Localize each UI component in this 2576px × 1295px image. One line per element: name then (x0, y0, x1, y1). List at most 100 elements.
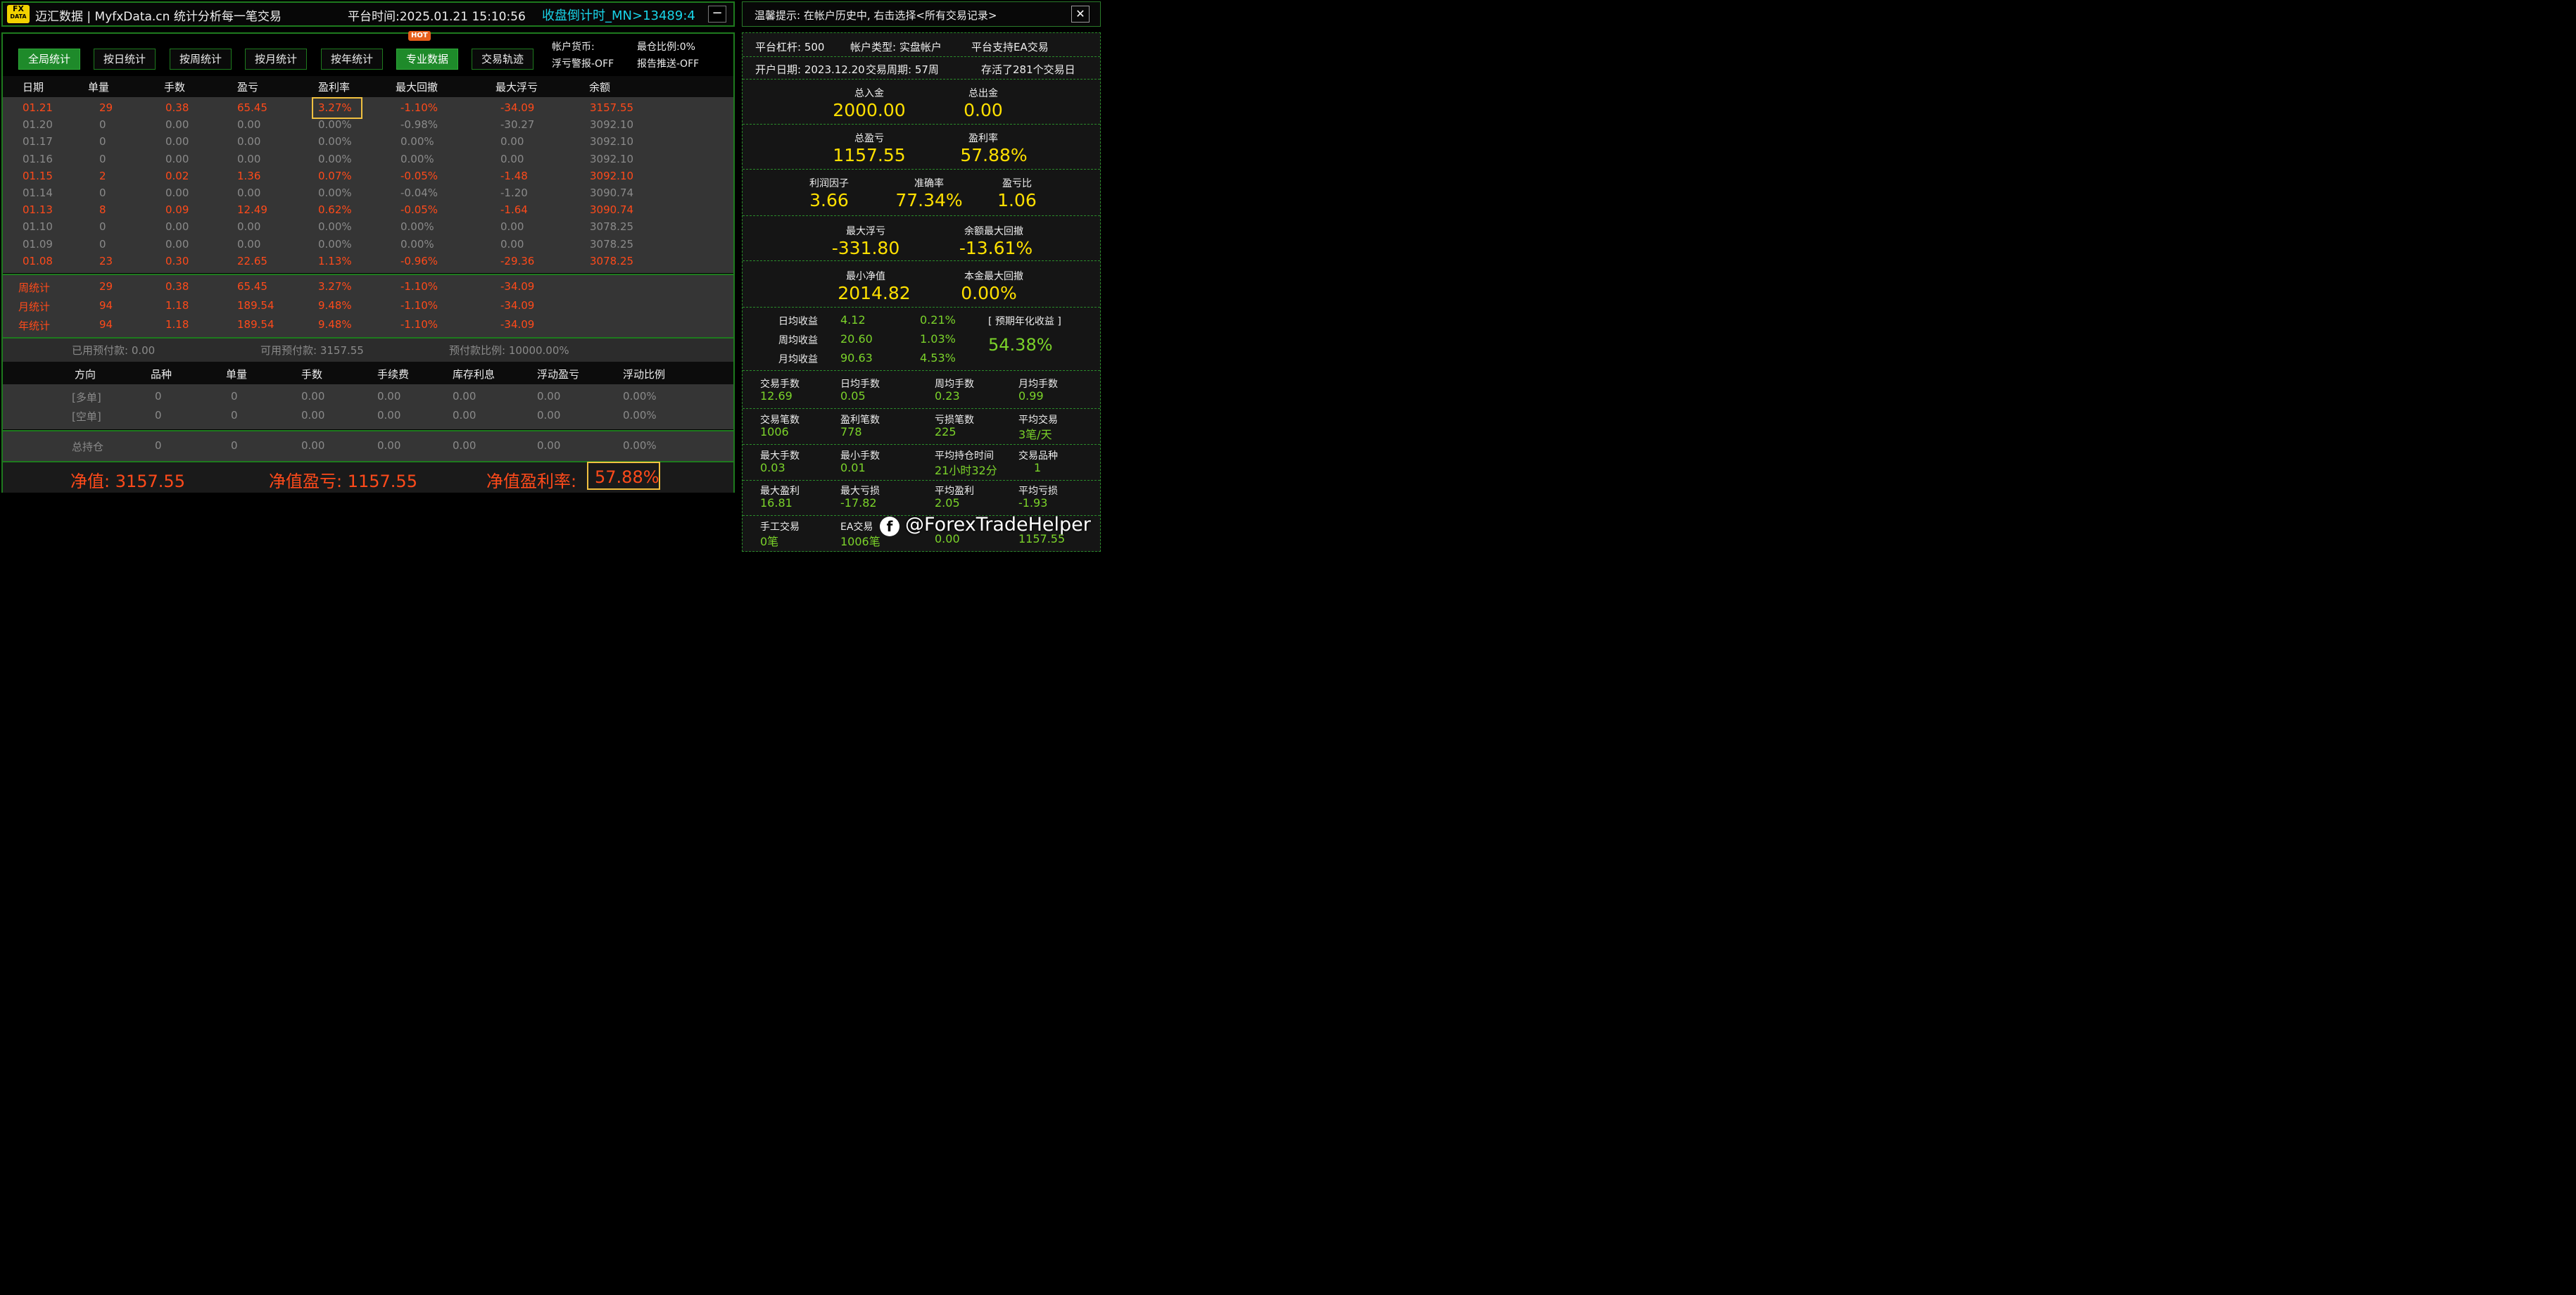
summary-cell-orders: 94 (99, 318, 113, 331)
tab-pro-data[interactable]: 专业数据 (396, 49, 458, 70)
daily-cell-float_loss: 0.00 (500, 152, 524, 165)
balance-drawdown-label: 余额最大回撤 (964, 226, 1023, 237)
daily-cell-drawdown: 0.00% (400, 237, 434, 251)
header-orders: 单量 (88, 81, 110, 94)
daily-cell-balance: 3157.55 (590, 101, 634, 114)
max-float-loss-label: 最大浮亏 (846, 226, 885, 237)
margin-level: 预付款比例: 10000.00% (449, 344, 569, 357)
tab-yearly-stats[interactable]: 按年统计 (321, 49, 383, 70)
divider (743, 124, 1100, 125)
stat-label: 月均手数 (1018, 379, 1058, 390)
stat-label: 最小手数 (840, 450, 880, 462)
daily-cell-date: 01.13 (23, 203, 53, 217)
daily-cell-drawdown: 0.00% (400, 135, 434, 149)
free-margin: 可用预付款: 3157.55 (260, 344, 364, 357)
daily-cell-rate: 0.00% (318, 152, 352, 165)
position-cell-float_pnl: 0.00 (537, 390, 561, 403)
daily-cell-float_loss: 0.00 (500, 237, 524, 251)
float-alert-toggle[interactable]: 浮亏警报-OFF (552, 56, 614, 70)
position-cell-symbol: 0 (155, 390, 162, 403)
daily-cell-balance: 3092.10 (590, 135, 634, 149)
watermark: @ForexTradeHelper (905, 514, 1091, 536)
profit-factor-label: 利润因子 (809, 178, 849, 189)
total-cell-lots: 0.00 (301, 439, 325, 452)
daily-cell-balance: 3078.25 (590, 220, 634, 234)
daily-cell-pnl: 0.00 (237, 220, 261, 234)
daily-cell-date: 01.15 (23, 169, 53, 182)
trade-period: 交易周期: 57周 (866, 63, 939, 76)
daily-cell-pnl: 0.00 (237, 187, 261, 199)
daily-cell-orders: 2 (99, 169, 106, 182)
report-push-toggle[interactable]: 报告推送-OFF (637, 56, 699, 70)
daily-cell-date: 01.21 (23, 101, 53, 114)
summary-cell-float_loss: -34.09 (500, 299, 535, 312)
daily-cell-orders: 8 (99, 203, 106, 217)
daily-cell-drawdown: -0.04% (400, 187, 438, 199)
stat-value: 12.69 (760, 389, 793, 403)
position-cell-orders: 0 (231, 409, 238, 422)
profit-rate-label: 盈利率 (968, 133, 998, 144)
daily-cell-pnl: 0.00 (237, 237, 261, 251)
stat-label: 平均亏损 (1018, 486, 1058, 498)
position-cell-dir: [空单] (72, 410, 101, 423)
daily-cell-drawdown: 0.00% (400, 152, 434, 165)
summary-cell-lots: 1.18 (165, 299, 189, 312)
daily-cell-rate: 0.07% (318, 169, 352, 182)
stat-label: 手工交易 (760, 522, 800, 533)
summary-cell-pnl: 189.54 (237, 299, 274, 312)
daily-cell-balance: 3078.25 (590, 254, 634, 267)
daily-cell-balance: 3092.10 (590, 152, 634, 165)
total-cell-dir: 总持仓 (72, 441, 104, 453)
daily-cell-rate: 0.00% (318, 135, 352, 149)
principal-drawdown-label: 本金最大回撤 (964, 271, 1023, 282)
stat-label: 交易笔数 (760, 414, 800, 426)
position-cell-float_ratio: 0.00% (623, 390, 657, 403)
daily-cell-float_loss: -1.20 (500, 187, 528, 199)
summary-cell-rate: 9.48% (318, 318, 352, 331)
daily-cell-lots: 0.00 (165, 135, 189, 149)
tab-daily-stats[interactable]: 按日统计 (94, 49, 156, 70)
profit-rate-value: 57.88% (960, 145, 1028, 165)
pl-ratio-label: 盈亏比 (1002, 178, 1032, 189)
summary-cell-label: 月统计 (18, 301, 51, 313)
daily-cell-orders: 29 (99, 101, 113, 114)
stat-value: 0.05 (840, 389, 866, 403)
divider (743, 408, 1100, 409)
total-pnl-value: 1157.55 (833, 145, 906, 165)
total-cell-swap: 0.00 (453, 439, 476, 452)
app-title: 迈汇数据 | MyfxData.cn 统计分析每一笔交易 (35, 10, 282, 24)
close-countdown: 收盘倒计时_MN>13489:4 (542, 8, 695, 23)
close-button[interactable]: ✕ (1071, 6, 1090, 23)
daily-cell-pnl: 12.49 (237, 203, 267, 217)
daily-cell-pnl: 22.65 (237, 254, 267, 267)
profit-factor-value: 3.66 (809, 190, 849, 210)
total-withdraw-value: 0.00 (964, 100, 1003, 120)
daily-avg-label: 日均收益 (778, 316, 818, 327)
daily-table-header (3, 76, 733, 97)
daily-cell-drawdown: -0.05% (400, 203, 438, 217)
tab-global-stats[interactable]: 全局统计 (18, 49, 80, 70)
stat-label: 最大亏损 (840, 486, 880, 498)
divider (743, 370, 1100, 371)
divider (743, 56, 1100, 57)
daily-cell-pnl: 0.00 (237, 135, 261, 149)
summary-cell-drawdown: -1.10% (400, 280, 438, 293)
daily-cell-float_loss: -34.09 (500, 101, 535, 114)
stat-label: 最大手数 (760, 450, 800, 462)
position-cell-lots: 0.00 (301, 409, 325, 422)
tab-weekly-stats[interactable]: 按周统计 (170, 49, 232, 70)
ea-support: 平台支持EA交易 (971, 41, 1049, 53)
stat-value: 1006笔 (840, 535, 880, 549)
position-cell-lots: 0.00 (301, 390, 325, 403)
stat-value: 778 (840, 424, 862, 438)
tab-trade-track[interactable]: 交易轨迹 (472, 49, 533, 70)
daily-cell-rate: 1.13% (318, 254, 352, 267)
daily-cell-date: 01.16 (23, 152, 53, 165)
daily-cell-orders: 0 (99, 237, 106, 251)
daily-cell-balance: 3092.10 (590, 169, 634, 182)
summary-cell-rate: 3.27% (318, 280, 352, 293)
tab-monthly-stats[interactable]: 按月统计 (245, 49, 307, 70)
total-deposit-label: 总入金 (854, 88, 884, 99)
minimize-button[interactable]: − (708, 6, 726, 23)
total-cell-symbol: 0 (155, 439, 162, 452)
